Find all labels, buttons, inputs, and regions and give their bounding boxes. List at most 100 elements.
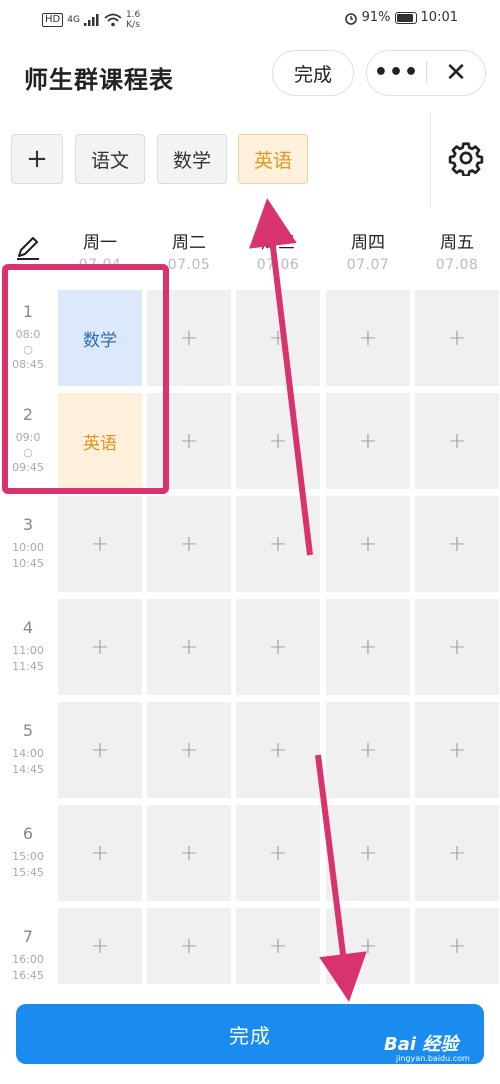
signal-icon bbox=[83, 14, 99, 26]
network-speed: 1.6 K/s bbox=[126, 10, 140, 30]
day-date: 07.07 bbox=[346, 257, 390, 273]
day-header-mon: 周一 07.04 bbox=[58, 228, 142, 273]
clock-time: 10:01 bbox=[420, 10, 458, 25]
period-number: 5 bbox=[22, 721, 34, 740]
subject-chip-english[interactable]: 英语 bbox=[238, 134, 308, 184]
schedule-cell-empty[interactable]: + bbox=[326, 805, 410, 901]
add-subject-button[interactable]: + bbox=[11, 134, 63, 184]
period-end: 11:45 bbox=[12, 660, 44, 673]
schedule-cell-empty[interactable]: + bbox=[58, 908, 142, 984]
mini-program-capsule: ••• ✕ bbox=[366, 50, 486, 96]
day-date: 07.05 bbox=[167, 257, 211, 273]
period-end: 14:45 bbox=[12, 763, 44, 776]
close-icon[interactable]: ✕ bbox=[427, 50, 485, 96]
day-date: 07.08 bbox=[435, 257, 479, 273]
header-done-button[interactable]: 完成 bbox=[272, 50, 354, 96]
page-title: 师生群课程表 bbox=[24, 66, 174, 94]
status-bar: HD 4G 1.6 K/s 91% 10:01 bbox=[0, 0, 500, 40]
schedule-cell-empty[interactable]: + bbox=[415, 908, 499, 984]
period-start: 15:00 bbox=[12, 850, 44, 863]
schedule-cell-empty[interactable]: + bbox=[326, 599, 410, 695]
subject-chip-chinese[interactable]: 语文 bbox=[75, 134, 145, 184]
period-start: 09:0 bbox=[15, 431, 41, 444]
battery-percent: 91% bbox=[361, 10, 391, 25]
schedule-cell-empty[interactable]: + bbox=[58, 496, 142, 592]
schedule-cell-empty[interactable]: + bbox=[147, 290, 231, 386]
gear-icon[interactable] bbox=[448, 140, 484, 176]
schedule-cell-empty[interactable]: + bbox=[147, 393, 231, 489]
schedule-cell-empty[interactable]: + bbox=[147, 496, 231, 592]
schedule-cell-empty[interactable]: + bbox=[236, 393, 320, 489]
subject-toolbar: + 语文 数学 英语 bbox=[0, 112, 500, 208]
period-start: 14:00 bbox=[12, 747, 44, 760]
schedule-cell-empty[interactable]: + bbox=[415, 599, 499, 695]
schedule-cell-empty[interactable]: + bbox=[236, 908, 320, 984]
schedule-cell-empty[interactable]: + bbox=[415, 805, 499, 901]
schedule-cell-empty[interactable]: + bbox=[326, 496, 410, 592]
schedule-cell-empty[interactable]: + bbox=[326, 393, 410, 489]
schedule-cell-empty[interactable]: + bbox=[58, 805, 142, 901]
period-label-2: 2 09:0 ○ 09:45 bbox=[0, 405, 56, 476]
header: 师生群课程表 完成 ••• ✕ bbox=[0, 48, 500, 104]
period-number: 6 bbox=[22, 824, 34, 843]
period-number: 4 bbox=[22, 618, 34, 637]
period-end: 08:45 bbox=[12, 358, 44, 371]
schedule-cell-empty[interactable]: + bbox=[147, 599, 231, 695]
schedule-cell-empty[interactable]: + bbox=[236, 702, 320, 798]
schedule-cell-empty[interactable]: + bbox=[326, 702, 410, 798]
day-date: 07.04 bbox=[78, 257, 122, 273]
period-label-3: 3 10:00 10:45 bbox=[0, 515, 56, 572]
schedule-cell-empty[interactable]: + bbox=[236, 805, 320, 901]
period-label-5: 5 14:00 14:45 bbox=[0, 721, 56, 778]
more-icon[interactable]: ••• bbox=[367, 50, 426, 96]
schedule-cell-empty[interactable]: + bbox=[236, 496, 320, 592]
schedule-cell-empty[interactable]: + bbox=[147, 908, 231, 984]
schedule-cell-empty[interactable]: + bbox=[415, 496, 499, 592]
schedule-cell-empty[interactable]: + bbox=[326, 290, 410, 386]
baidu-watermark-url: jingyan.baidu.com bbox=[396, 1054, 470, 1063]
day-name: 周五 bbox=[440, 233, 474, 253]
edit-pencil-icon[interactable] bbox=[14, 234, 42, 262]
schedule-cell-empty[interactable]: + bbox=[58, 599, 142, 695]
alarm-icon bbox=[344, 12, 357, 25]
schedule-cell-empty[interactable]: + bbox=[236, 290, 320, 386]
period-start: 11:00 bbox=[12, 644, 44, 657]
day-header-tue: 周二 07.05 bbox=[147, 228, 231, 273]
day-name: 周一 bbox=[83, 233, 117, 253]
schedule-cell-empty[interactable]: + bbox=[326, 908, 410, 984]
schedule-cell-empty[interactable]: + bbox=[58, 702, 142, 798]
day-header-fri: 周五 07.08 bbox=[415, 228, 499, 273]
wifi-icon bbox=[104, 13, 122, 27]
period-sep: ○ bbox=[23, 343, 33, 356]
status-right: 91% 10:01 bbox=[344, 10, 458, 25]
period-end: 10:45 bbox=[12, 557, 44, 570]
period-label-7: 7 16:00 16:45 bbox=[0, 927, 56, 984]
schedule-cell-empty[interactable]: + bbox=[236, 599, 320, 695]
day-header-wed: 周三 07.06 bbox=[236, 228, 320, 273]
period-number: 2 bbox=[22, 405, 34, 424]
schedule-cell-empty[interactable]: + bbox=[415, 393, 499, 489]
period-end: 16:45 bbox=[12, 969, 44, 982]
toolbar-divider bbox=[430, 112, 431, 208]
day-name: 周三 bbox=[261, 233, 295, 253]
subject-chip-math[interactable]: 数学 bbox=[157, 134, 227, 184]
period-start: 16:00 bbox=[12, 953, 44, 966]
schedule-cell-english[interactable]: 英语 bbox=[58, 393, 142, 489]
day-name: 周四 bbox=[351, 233, 385, 253]
speed-value: 1.6 bbox=[125, 10, 141, 20]
period-number: 7 bbox=[22, 927, 34, 946]
day-name: 周二 bbox=[172, 233, 206, 253]
day-date: 07.06 bbox=[256, 257, 300, 273]
schedule-cell-empty[interactable]: + bbox=[415, 290, 499, 386]
period-number: 3 bbox=[22, 515, 34, 534]
day-header-thu: 周四 07.07 bbox=[326, 228, 410, 273]
schedule-cell-math[interactable]: 数学 bbox=[58, 290, 142, 386]
schedule-cell-empty[interactable]: + bbox=[415, 702, 499, 798]
period-end: 09:45 bbox=[12, 461, 44, 474]
period-end: 15:45 bbox=[12, 866, 44, 879]
hd-badge: HD bbox=[42, 13, 64, 27]
schedule-cell-empty[interactable]: + bbox=[147, 805, 231, 901]
speed-unit: K/s bbox=[126, 20, 140, 30]
schedule-cell-empty[interactable]: + bbox=[147, 702, 231, 798]
period-start: 08:0 bbox=[15, 328, 41, 341]
